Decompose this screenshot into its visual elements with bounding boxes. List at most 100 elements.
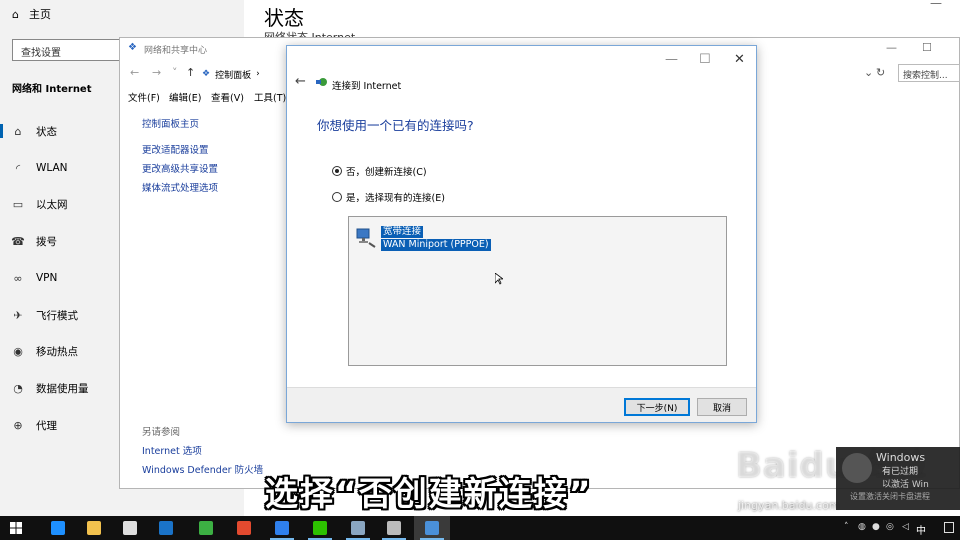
wechat-icon [313, 521, 327, 535]
taskbar: ˄ ◍ ● ◎ ◁ 中 [0, 516, 960, 540]
breadcrumb[interactable]: ❖ 控制面板 › [202, 65, 292, 83]
taskbar-app-file-explorer-icon[interactable] [76, 516, 112, 540]
up-arrow-icon[interactable]: ↑ [186, 66, 195, 79]
nav-item-status[interactable]: ⌂ 状态 [0, 119, 118, 143]
wizard-title: 连接到 Internet [332, 81, 402, 92]
address-dropdown-icon[interactable]: ⌄ [864, 66, 873, 79]
home-label: 主页 [28, 8, 51, 21]
link-change-sharing-settings[interactable]: 更改高级共享设置 [142, 161, 218, 175]
toast-line-0: Windows [876, 451, 926, 464]
back-arrow-icon[interactable]: ← [130, 66, 139, 79]
video-subtitle: 选择“否创建新连接” [265, 474, 593, 513]
home-icon: ⌂ [12, 7, 19, 21]
nav-item-label: 状态 [36, 125, 57, 138]
nsc-maximize-button[interactable]: ☐ [922, 41, 932, 54]
tray-qq-icon[interactable]: ● [872, 522, 880, 532]
breadcrumb-item: 控制面板 [215, 70, 252, 81]
menu-edit[interactable]: 编辑(E) [169, 90, 201, 104]
back-arrow-icon[interactable]: ← [295, 74, 306, 89]
nav-item-airplane-mode[interactable]: ✈ 飞行模式 [0, 303, 118, 327]
recent-chevron-icon[interactable]: ˅ [172, 66, 178, 79]
radio-create-new-connection[interactable]: 否，创建新连接(C) [332, 164, 427, 178]
taskbar-app-mail-icon[interactable] [148, 516, 184, 540]
taskbar-app-store-icon[interactable] [112, 516, 148, 540]
list-item[interactable]: 宽带连接 WAN Miniport (PPPOE) [353, 225, 491, 253]
nav-item-mobile-hotspot[interactable]: ◉ 移动热点 [0, 339, 118, 363]
taskbar-app-wps-icon[interactable] [226, 516, 262, 540]
chevron-right-icon: › [256, 69, 260, 79]
edge-icon [51, 521, 65, 535]
notification-center-icon[interactable] [944, 522, 954, 533]
link-media-streaming-options[interactable]: 媒体流式处理选项 [142, 180, 218, 194]
ethernet-icon: ▭ [12, 197, 24, 211]
nav-item-proxy[interactable]: ⊕ 代理 [0, 413, 118, 437]
activation-toast[interactable]: Windows 有已过期 以激活 Win 设置激活关闭卡盘进程 [836, 447, 960, 510]
settings-gear-icon [387, 521, 401, 535]
radio-use-existing-connection[interactable]: 是，选择现有的连接(E) [332, 190, 445, 204]
nav-item-label: 拨号 [36, 235, 57, 248]
airplane-icon: ✈ [13, 308, 23, 322]
settings-minimize-button[interactable]: — [930, 0, 942, 10]
radio-checked-indicator[interactable] [332, 166, 342, 176]
nav-item-data-usage[interactable]: ◔ 数据使用量 [0, 376, 118, 400]
taskbar-app-browser-icon[interactable] [264, 516, 300, 540]
wifi-icon: ◜ [15, 161, 21, 175]
watermark-url: jingyan.baidu.com [738, 499, 840, 512]
dialog-maximize-button[interactable]: ☐ [699, 52, 711, 67]
settings-search-input[interactable]: 查找设置 [12, 39, 122, 61]
iqiyi-icon [199, 521, 213, 535]
menu-view[interactable]: 查看(V) [211, 90, 244, 104]
taskbar-app-settings-gear-icon[interactable] [376, 516, 412, 540]
input-language-indicator[interactable]: 中 [916, 522, 926, 537]
vpn-icon: ∞ [13, 271, 23, 285]
windows-start-icon[interactable] [10, 522, 22, 534]
toast-line-2: 以激活 Win [882, 480, 929, 490]
link-internet-options[interactable]: Internet 选项 [142, 443, 202, 457]
radio-unchecked-indicator[interactable] [332, 192, 342, 202]
settings-content-header: 状态 网络状态 Internet — [244, 0, 960, 40]
dialog-minimize-button[interactable]: — [665, 52, 678, 67]
taskbar-app-edge-icon[interactable] [40, 516, 76, 540]
forward-arrow-icon[interactable]: → [152, 66, 161, 79]
settings-home-link[interactable]: ⌂ 主页 [12, 6, 51, 22]
refresh-icon[interactable]: ↻ [876, 66, 885, 79]
network-app-icon [425, 521, 439, 535]
close-icon[interactable]: ✕ [734, 52, 745, 67]
taskbar-app-network-app-icon[interactable] [414, 516, 450, 540]
cancel-button[interactable]: 取消 [697, 398, 747, 416]
nsc-minimize-button[interactable]: — [886, 41, 897, 54]
nav-item-dialup[interactable]: ☎ 拨号 [0, 229, 118, 253]
nsc-search-input[interactable]: 搜索控制... [898, 64, 960, 82]
link-defender-firewall[interactable]: Windows Defender 防火墙 [142, 462, 263, 476]
volume-icon[interactable]: ◁ [902, 522, 909, 532]
dialup-icon: ☎ [11, 234, 25, 248]
tray-app-icon[interactable]: ◍ [858, 522, 866, 532]
existing-connections-list[interactable]: 宽带连接 WAN Miniport (PPPOE) [348, 216, 727, 366]
toast-line-1: 有已过期 [882, 467, 919, 477]
status-icon: ⌂ [14, 124, 22, 138]
link-control-panel-home[interactable]: 控制面板主页 [142, 116, 199, 130]
connection-name: 宽带连接 [381, 226, 424, 238]
next-button[interactable]: 下一步(N) [624, 398, 690, 416]
toast-avatar-icon [842, 453, 872, 483]
nav-item-wlan[interactable]: ◜ WLAN [0, 156, 118, 180]
link-change-adapter-settings[interactable]: 更改适配器设置 [142, 142, 209, 156]
nav-item-label: WLAN [36, 162, 68, 174]
network-center-icon: ❖ [128, 42, 137, 53]
tray-wechat-icon[interactable]: ◎ [886, 522, 894, 532]
nav-item-vpn[interactable]: ∞ VPN [0, 266, 118, 290]
data-usage-icon: ◔ [13, 381, 23, 395]
nav-item-label: 以太网 [36, 198, 68, 211]
menu-tools[interactable]: 工具(T) [254, 90, 286, 104]
taskbar-app-iqiyi-icon[interactable] [188, 516, 224, 540]
taskbar-app-wechat-icon[interactable] [302, 516, 338, 540]
taskbar-app-notepad-icon[interactable] [340, 516, 376, 540]
nav-item-label: 移动热点 [36, 345, 78, 358]
dialog-question: 你想使用一个已有的连接吗? [317, 118, 474, 133]
globe-network-icon [316, 78, 327, 86]
wps-icon [237, 521, 251, 535]
nav-item-ethernet[interactable]: ▭ 以太网 [0, 192, 118, 216]
menu-file[interactable]: 文件(F) [128, 90, 160, 104]
chevron-up-icon[interactable]: ˄ [844, 522, 849, 532]
file-explorer-icon [87, 521, 101, 535]
